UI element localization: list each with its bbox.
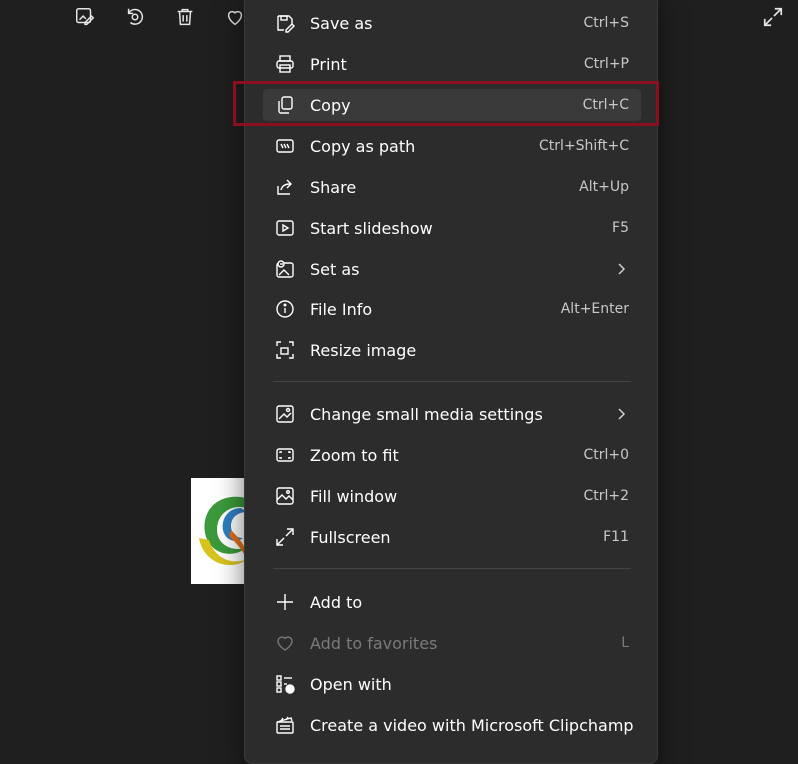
- menu-item-shortcut: Ctrl+P: [583, 56, 629, 72]
- viewer-toolbar: [72, 4, 248, 30]
- swirl-logo-image: [199, 496, 249, 566]
- delete-button[interactable]: [172, 4, 198, 30]
- menu-item-shortcut: Ctrl+2: [583, 488, 629, 504]
- menu-item-label: Zoom to fit: [310, 445, 399, 465]
- rotate-button[interactable]: [122, 4, 148, 30]
- copy-path-icon: [275, 136, 295, 156]
- delete-icon: [177, 8, 193, 26]
- menu-item-shortcut: F5: [612, 220, 629, 236]
- slideshow-icon: [275, 218, 295, 238]
- menu-item-shortcut: L: [621, 635, 629, 651]
- fullscreen-icon: [275, 527, 295, 547]
- edit-image-icon: [76, 8, 95, 26]
- menu-item-resize-image[interactable]: Resize image: [263, 334, 641, 366]
- menu-item-label: Change small media settings: [310, 404, 543, 424]
- open-with-icon: [275, 674, 295, 694]
- menu-item-set-as[interactable]: Set as: [263, 253, 641, 285]
- menu-separator: [273, 568, 631, 569]
- fill-window-icon: [275, 486, 295, 506]
- favorite-heart-icon: [227, 10, 243, 26]
- info-icon: [275, 299, 295, 319]
- menu-item-shortcut: Ctrl+S: [583, 15, 629, 31]
- edit-image-button[interactable]: [72, 4, 98, 30]
- printer-icon: [275, 54, 295, 74]
- menu-item-shortcut: F11: [603, 529, 629, 545]
- menu-item-label: Save as: [310, 13, 373, 33]
- menu-item-open-with[interactable]: Open with: [263, 668, 641, 700]
- rotate-icon: [127, 8, 144, 25]
- menu-item-shortcut: Ctrl+Shift+C: [539, 138, 629, 154]
- menu-item-label: Create a video with Microsoft Clipchamp: [310, 715, 634, 735]
- expand-button[interactable]: [760, 4, 786, 30]
- menu-separator: [273, 381, 631, 382]
- resize-icon: [275, 340, 295, 360]
- share-icon: [275, 177, 295, 197]
- menu-item-print[interactable]: Print Ctrl+P: [263, 48, 641, 80]
- zoom-fit-icon: [275, 445, 295, 465]
- menu-item-create-video-clipchamp[interactable]: Create a video with Microsoft Clipchamp: [263, 709, 641, 741]
- menu-item-label: Copy as path: [310, 136, 416, 156]
- image-settings-icon: [275, 404, 295, 424]
- menu-item-label: Add to favorites: [310, 633, 438, 653]
- menu-item-label: Add to: [310, 592, 363, 612]
- menu-item-file-info[interactable]: File Info Alt+Enter: [263, 293, 641, 325]
- menu-item-shortcut: Alt+Up: [579, 179, 629, 195]
- menu-item-change-small-media-settings[interactable]: Change small media settings: [263, 398, 641, 430]
- plus-icon: [275, 592, 295, 612]
- set-as-icon: [275, 259, 295, 279]
- menu-item-label: Resize image: [310, 340, 417, 360]
- menu-item-label: Share: [310, 177, 357, 197]
- menu-item-zoom-to-fit[interactable]: Zoom to fit Ctrl+0: [263, 439, 641, 471]
- chevron-right-icon: [614, 407, 628, 421]
- clipchamp-icon: [275, 715, 295, 735]
- heart-icon: [275, 633, 295, 653]
- copy-highlight-annotation: [233, 81, 659, 126]
- menu-item-add-to-favorites: Add to favorites L: [263, 627, 641, 659]
- menu-item-start-slideshow[interactable]: Start slideshow F5: [263, 212, 641, 244]
- menu-item-shortcut: Ctrl+0: [583, 447, 629, 463]
- menu-item-shortcut: Alt+Enter: [560, 301, 629, 317]
- menu-item-fill-window[interactable]: Fill window Ctrl+2: [263, 480, 641, 512]
- menu-item-label: Set as: [310, 259, 360, 279]
- menu-item-label: Start slideshow: [310, 218, 433, 238]
- menu-item-share[interactable]: Share Alt+Up: [263, 171, 641, 203]
- chevron-right-icon: [614, 262, 628, 276]
- menu-item-add-to[interactable]: Add to: [263, 586, 641, 618]
- menu-item-label: Print: [310, 54, 347, 74]
- menu-item-fullscreen[interactable]: Fullscreen F11: [263, 521, 641, 553]
- expand-icon: [763, 7, 783, 27]
- menu-item-label: Fullscreen: [310, 527, 391, 547]
- image-thumbnail: [191, 478, 249, 584]
- menu-item-label: Open with: [310, 674, 392, 694]
- menu-item-copy-as-path[interactable]: Copy as path Ctrl+Shift+C: [263, 130, 641, 162]
- menu-item-label: Fill window: [310, 486, 398, 506]
- menu-item-label: File Info: [310, 299, 373, 319]
- save-as-icon: [275, 13, 295, 33]
- menu-item-save-as[interactable]: Save as Ctrl+S: [263, 7, 641, 39]
